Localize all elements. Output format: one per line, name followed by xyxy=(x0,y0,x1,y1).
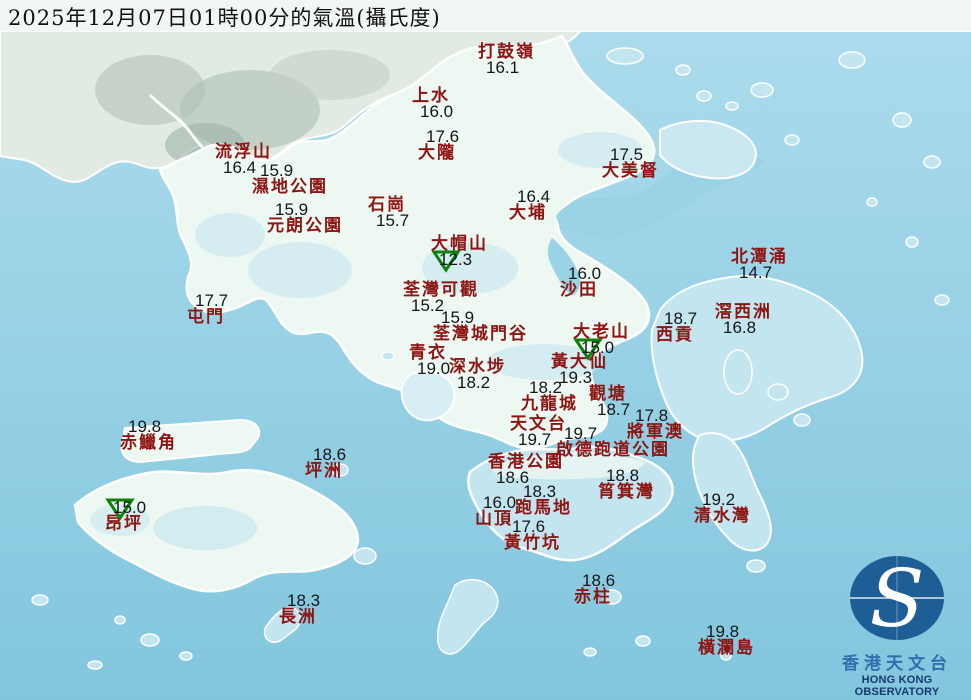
station-value: 15.2 xyxy=(411,296,444,315)
station-name: 筲箕灣 xyxy=(598,484,655,500)
station-name: 大美督 xyxy=(602,163,659,179)
station-value: 18.2 xyxy=(529,378,562,397)
lantau-peak-shading xyxy=(153,506,257,550)
station-label: 上水16.0 xyxy=(412,88,453,120)
station-label: 17.5大美督 xyxy=(602,147,659,179)
map-title: 2025年12月07日01時00分的氣溫(攝氏度) xyxy=(8,2,441,32)
station-name: 長洲 xyxy=(279,609,320,625)
station-name: 濕地公園 xyxy=(252,179,328,195)
station-value: 16.4 xyxy=(223,158,256,177)
landmass-tsing-yi xyxy=(402,372,455,421)
station-value: 18.7 xyxy=(664,309,697,328)
station-label: 18.6坪洲 xyxy=(305,447,346,479)
station-name: 清水灣 xyxy=(694,508,751,524)
station-label: 青衣19.0 xyxy=(409,345,450,377)
station-name: 大隴 xyxy=(418,145,459,161)
station-value: 15.0 xyxy=(581,338,614,357)
station-value: 17.6 xyxy=(512,517,545,536)
station-name: 大埔 xyxy=(509,205,550,221)
station-name: 赤柱 xyxy=(574,589,615,605)
station-name: 坪洲 xyxy=(305,463,346,479)
station-value: 16.1 xyxy=(486,58,519,77)
station-value: 16.8 xyxy=(723,318,756,337)
station-value: 18.7 xyxy=(597,400,630,419)
station-value: 15.9 xyxy=(260,161,293,180)
station-value: 15.9 xyxy=(441,308,474,327)
station-name: 屯門 xyxy=(187,309,228,325)
station-label: 17.6大隴 xyxy=(418,129,459,161)
station-value: 18.8 xyxy=(606,466,639,485)
station-label: 大帽山12.3 xyxy=(431,236,488,268)
station-label: 18.3跑馬地 xyxy=(515,484,572,516)
station-label: 15.9濕地公園 xyxy=(252,163,328,195)
station-value: 14.7 xyxy=(739,263,772,282)
station-value: 15.0 xyxy=(113,498,146,517)
station-value: 18.3 xyxy=(523,482,556,501)
station-name: 荃灣城門谷 xyxy=(433,326,528,342)
station-value: 17.6 xyxy=(426,127,459,146)
station-value: 18.6 xyxy=(313,445,346,464)
station-value: 16.0 xyxy=(568,264,601,283)
station-name: 赤鱲角 xyxy=(120,435,177,451)
station-label: 深水埗18.2 xyxy=(449,359,506,391)
station-value: 19.3 xyxy=(559,368,592,387)
station-value: 17.5 xyxy=(610,145,643,164)
station-label: 15.9荃灣城門谷 xyxy=(433,310,528,342)
station-label: 滘西洲16.8 xyxy=(715,304,772,336)
station-value: 16.0 xyxy=(420,102,453,121)
station-value: 16.4 xyxy=(517,187,550,206)
logo-english-name: HONG KONG OBSERVATORY xyxy=(827,674,967,698)
station-value: 17.8 xyxy=(635,406,668,425)
station-name: 九龍城 xyxy=(521,396,578,412)
station-value: 15.7 xyxy=(376,211,409,230)
station-label: 19.7啟德跑道公園 xyxy=(556,426,670,458)
station-label: 大老山15.0 xyxy=(573,324,630,356)
station-label: 18.6赤柱 xyxy=(574,573,615,605)
station-value: 18.2 xyxy=(457,373,490,392)
station-value: 19.0 xyxy=(417,359,450,378)
temperature-map: 2025年12月07日01時00分的氣溫(攝氏度) 打鼓嶺16.1上水16.01… xyxy=(0,0,971,700)
hong-kong-base-map xyxy=(0,0,971,700)
hko-logo-emblem: S xyxy=(836,550,958,646)
station-label: 15.0昂坪 xyxy=(105,500,146,532)
station-name: 元朗公園 xyxy=(267,218,343,234)
station-value: 19.7 xyxy=(518,430,551,449)
station-label: 17.6黃竹坑 xyxy=(504,519,561,551)
station-label: 打鼓嶺16.1 xyxy=(478,44,535,76)
title-bar: 2025年12月07日01時00分的氣溫(攝氏度) xyxy=(0,0,971,32)
station-label: 北潭涌14.7 xyxy=(731,249,788,281)
station-name: 跑馬地 xyxy=(515,500,572,516)
station-label: 16.0沙田 xyxy=(560,266,601,298)
station-value: 19.2 xyxy=(702,490,735,509)
station-label: 石崗15.7 xyxy=(368,197,409,229)
station-label: 18.8筲箕灣 xyxy=(598,468,655,500)
station-value: 17.7 xyxy=(195,291,228,310)
station-name: 黃竹坑 xyxy=(504,535,561,551)
station-value: 18.3 xyxy=(287,591,320,610)
station-value: 19.8 xyxy=(128,417,161,436)
station-value: 16.0 xyxy=(483,493,516,512)
station-label: 觀塘18.7 xyxy=(589,386,630,418)
station-value: 15.9 xyxy=(275,200,308,219)
station-label: 19.2清水灣 xyxy=(694,492,751,524)
station-label: 19.8赤鱲角 xyxy=(120,419,177,451)
station-label: 15.9元朗公園 xyxy=(267,202,343,234)
station-name: 啟德跑道公園 xyxy=(556,442,670,458)
station-label: 19.8橫瀾島 xyxy=(698,624,755,656)
station-value: 18.6 xyxy=(582,571,615,590)
station-label: 16.4大埔 xyxy=(509,189,550,221)
station-name: 西貢 xyxy=(656,327,697,343)
station-label: 17.7屯門 xyxy=(187,293,228,325)
station-value: 12.3 xyxy=(439,250,472,269)
svg-text:S: S xyxy=(870,552,925,645)
station-label: 18.7西貢 xyxy=(656,311,697,343)
hko-logo: S 香港天文台 HONG KONG OBSERVATORY xyxy=(827,550,967,698)
logo-chinese-name: 香港天文台 xyxy=(827,649,967,674)
station-value: 19.8 xyxy=(706,622,739,641)
station-label: 18.3長洲 xyxy=(279,593,320,625)
station-name: 橫瀾島 xyxy=(698,640,755,656)
station-name: 沙田 xyxy=(560,282,601,298)
station-value: 19.7 xyxy=(564,424,597,443)
